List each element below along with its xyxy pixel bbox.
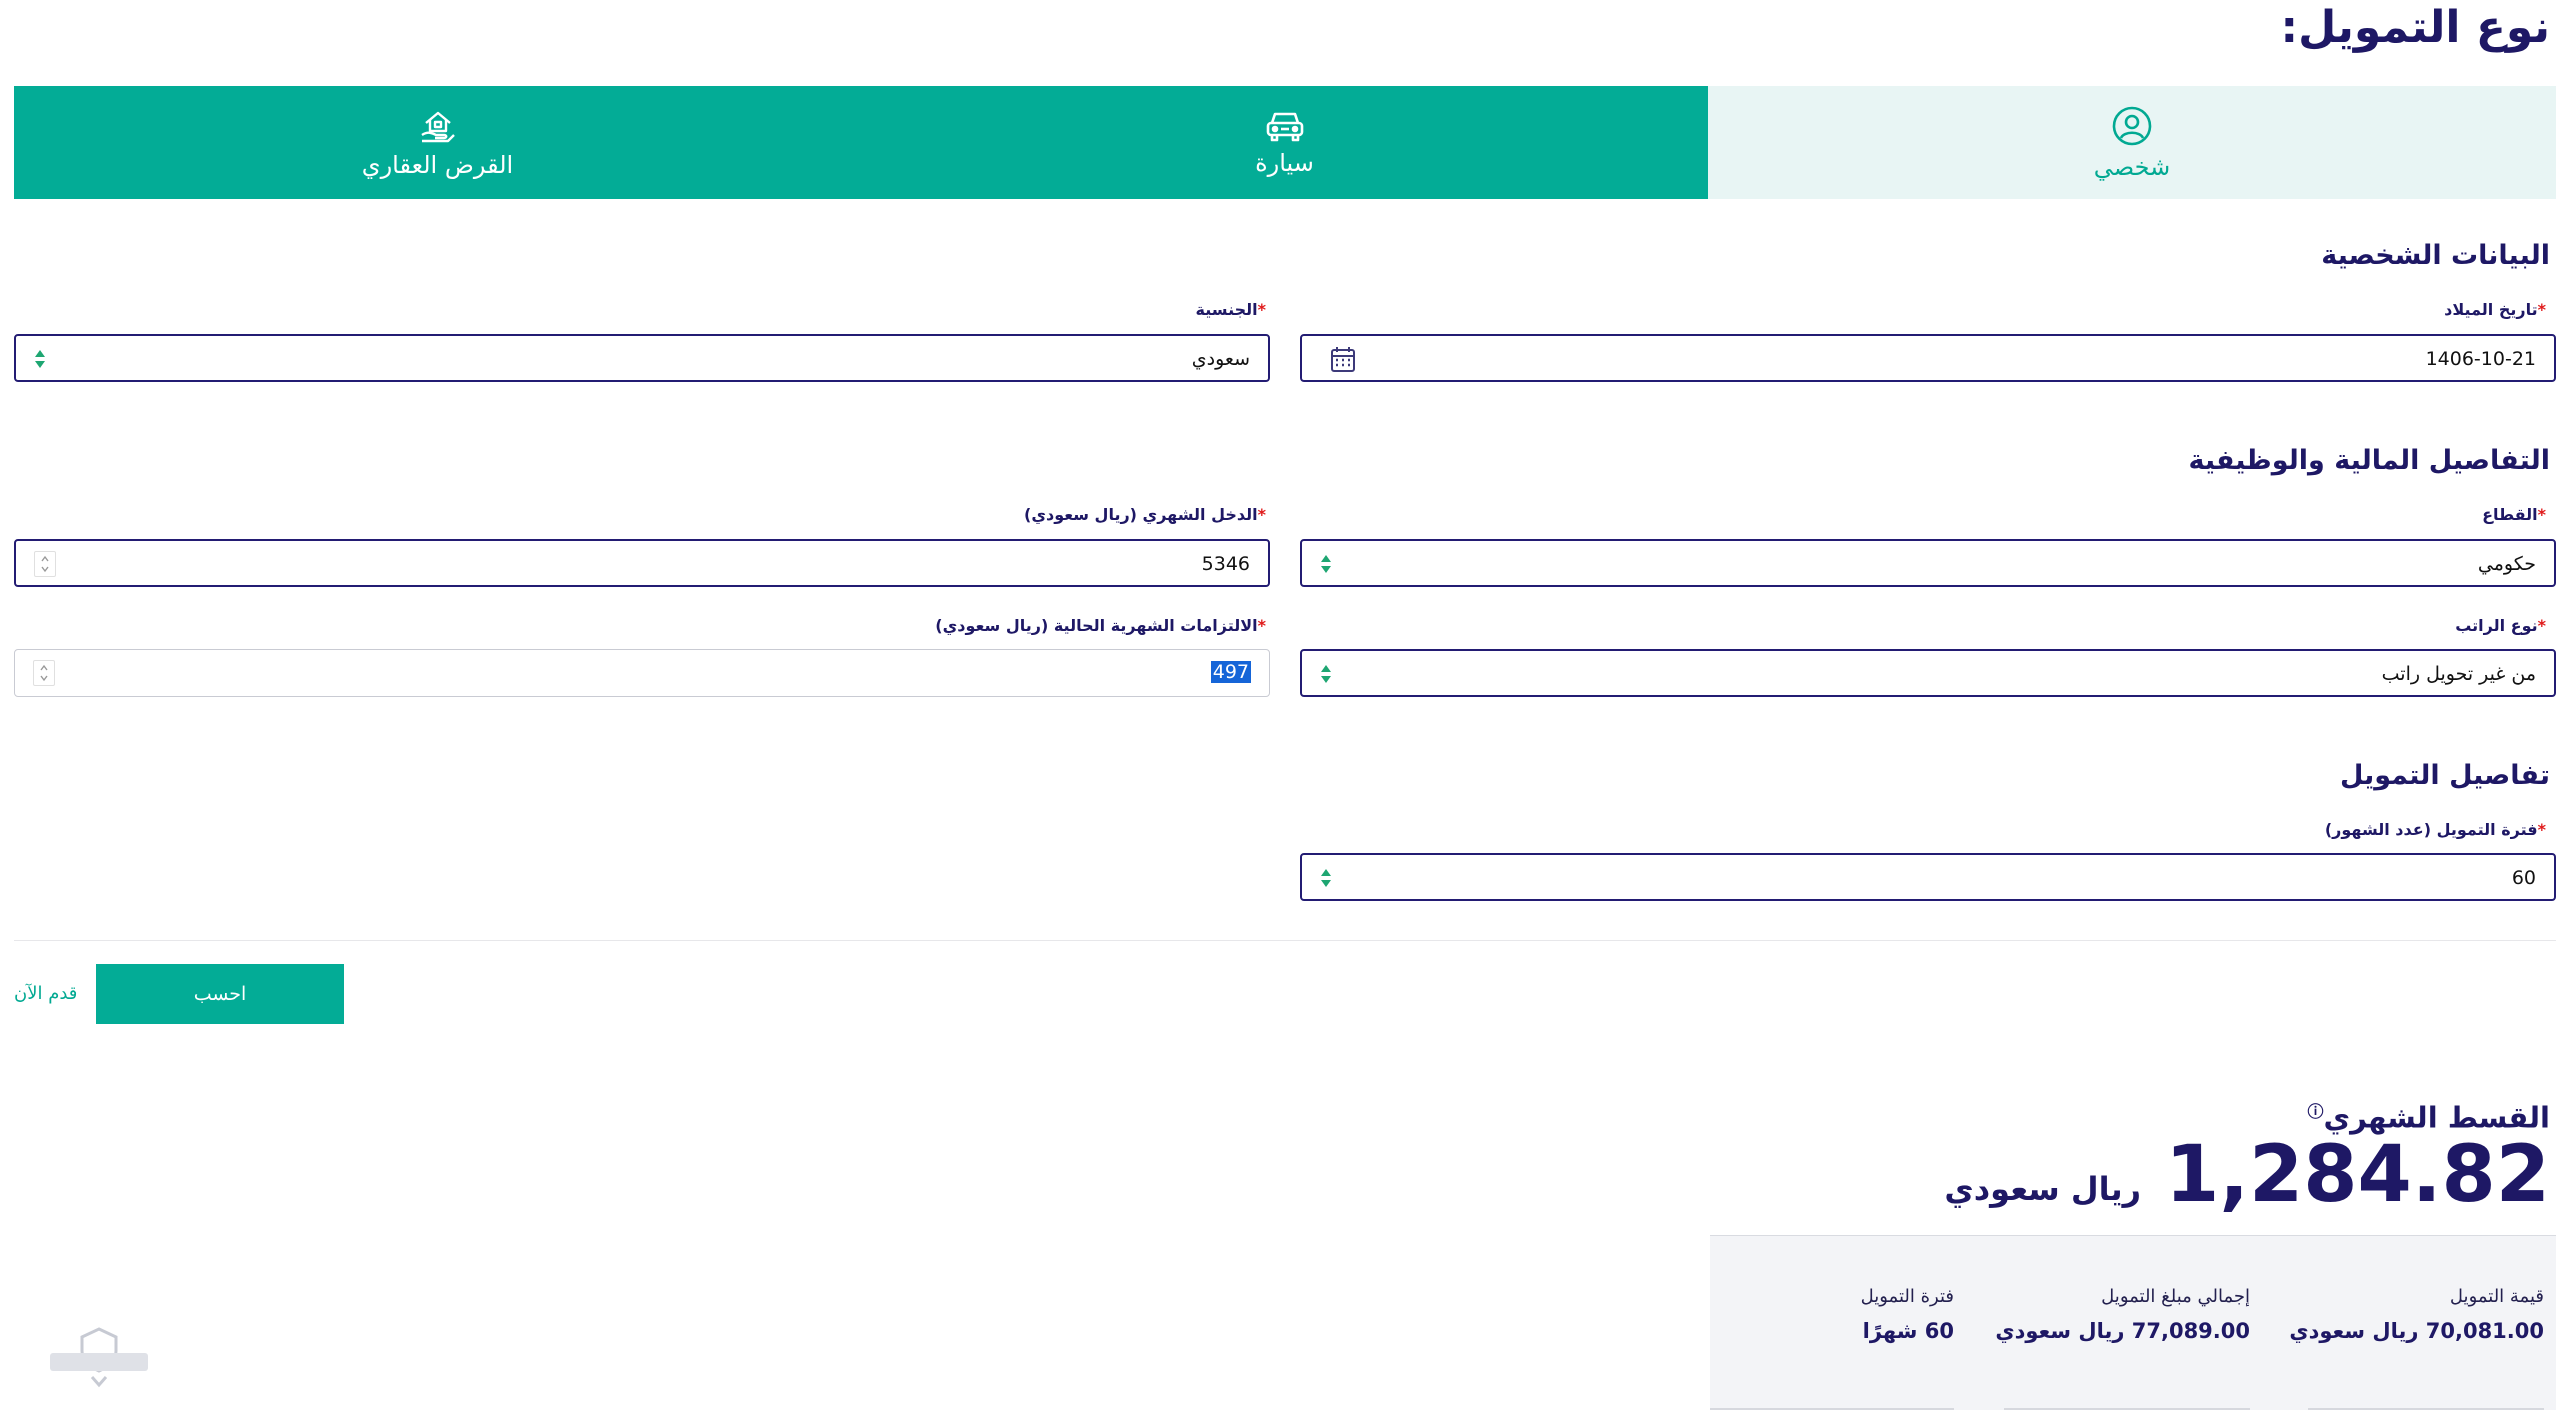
select-arrows-icon (1321, 555, 1331, 573)
section-title-personal: البيانات الشخصية (2321, 240, 2550, 271)
page-title: نوع التمويل: (2280, 2, 2550, 53)
summary-label: فترة التمويل (1860, 1286, 1954, 1307)
birth-date-field[interactable]: 1406-10-21 (1300, 334, 2556, 382)
required-mark: * (1257, 616, 1266, 635)
nationality-value: سعودي (1191, 348, 1250, 370)
required-mark: * (1257, 505, 1266, 524)
financing-type-tabs: القرض العقاري سيارة شخصي (14, 86, 2556, 199)
select-arrows-icon (35, 350, 45, 368)
summary-label: إجمالي مبلغ التمويل (2101, 1286, 2250, 1307)
spinner-arrows-icon (40, 664, 48, 682)
period-value: 60 (2511, 867, 2536, 889)
monthly-income-label: *الدخل الشهري (ريال سعودي) (1024, 505, 1266, 524)
birth-date-label: *تاريخ الميلاد (2444, 300, 2546, 319)
birth-date-value: 1406-10-21 (2425, 348, 2536, 370)
number-spinner[interactable] (33, 660, 55, 686)
car-icon (1264, 109, 1306, 143)
select-arrows-icon (1321, 869, 1331, 887)
tab-mortgage-label: القرض العقاري (361, 150, 514, 179)
tab-group-mortgage-car: القرض العقاري سيارة (14, 86, 1708, 199)
select-arrows-icon (1321, 665, 1331, 683)
salary-type-select[interactable]: من غير تحويل راتب (1300, 649, 2556, 697)
summary-value: 77,089.00 ريال سعودي (1995, 1319, 2250, 1343)
user-circle-icon (2111, 105, 2153, 147)
apply-now-link[interactable]: قدم الآن (14, 983, 77, 1004)
summary-value: 70,081.00 ريال سعودي (2289, 1319, 2544, 1343)
sector-value: حكومي (2477, 553, 2536, 575)
section-title-financing: تفاصيل التمويل (2339, 760, 2550, 791)
required-mark: * (2537, 505, 2546, 524)
calculate-button[interactable]: احسب (96, 964, 344, 1024)
summary-panel: قيمة التمويل 70,081.00 ريال سعودي إجمالي… (1710, 1235, 2556, 1410)
period-select[interactable]: 60 (1300, 853, 2556, 901)
obligations-input[interactable]: 497 (14, 649, 1270, 697)
divider (14, 940, 2556, 941)
summary-financing-value: قيمة التمويل 70,081.00 ريال سعودي (2289, 1286, 2544, 1343)
salary-type-value: من غير تحويل راتب (2381, 663, 2536, 685)
required-mark: * (2537, 616, 2546, 635)
calendar-icon[interactable] (1330, 345, 1356, 377)
tab-car-label: سيارة (1255, 148, 1314, 177)
summary-total-amount: إجمالي مبلغ التمويل 77,089.00 ريال سعودي (1995, 1286, 2250, 1343)
required-mark: * (1257, 300, 1266, 319)
monthly-income-input[interactable]: 5346 (14, 539, 1270, 587)
tab-mortgage[interactable]: القرض العقاري (14, 86, 861, 199)
spinner-arrows-icon (41, 555, 49, 573)
nationality-label: *الجنسية (1195, 300, 1266, 319)
obligations-value: 497 (1210, 661, 1251, 683)
sector-label: *القطاع (2482, 505, 2546, 524)
required-mark: * (2537, 300, 2546, 319)
summary-period: فترة التمويل 60 شهرًا (1861, 1286, 1954, 1343)
summary-label: قيمة التمويل (2449, 1286, 2544, 1307)
monthly-installment-currency: ريال سعودي (1944, 1170, 2142, 1208)
nationality-select[interactable]: سعودي (14, 334, 1270, 382)
monthly-installment-amount: 1,284.82 (2165, 1130, 2550, 1220)
number-spinner[interactable] (34, 551, 56, 577)
salary-type-label: *نوع الراتب (2455, 616, 2546, 635)
period-label: *فترة التمويل (عدد الشهور) (2324, 820, 2546, 839)
obligations-label: *الالتزامات الشهرية الحالية (ريال سعودي) (935, 616, 1266, 635)
required-mark: * (2537, 820, 2546, 839)
info-icon[interactable]: ⓘ (2308, 1102, 2324, 1121)
monthly-installment: 1,284.82 ريال سعودي (1944, 1136, 2550, 1214)
summary-value: 60 شهرًا (1862, 1319, 1954, 1343)
tab-car[interactable]: سيارة (861, 86, 1708, 199)
house-hand-icon (418, 107, 458, 145)
watermark-logo (44, 1325, 154, 1395)
monthly-income-value: 5346 (1201, 553, 1250, 575)
sector-select[interactable]: حكومي (1300, 539, 2556, 587)
tab-personal-label: شخصي (2093, 152, 2171, 181)
section-title-financial: التفاصيل المالية والوظيفية (2188, 445, 2550, 476)
tab-personal[interactable]: شخصي (1708, 86, 2556, 199)
